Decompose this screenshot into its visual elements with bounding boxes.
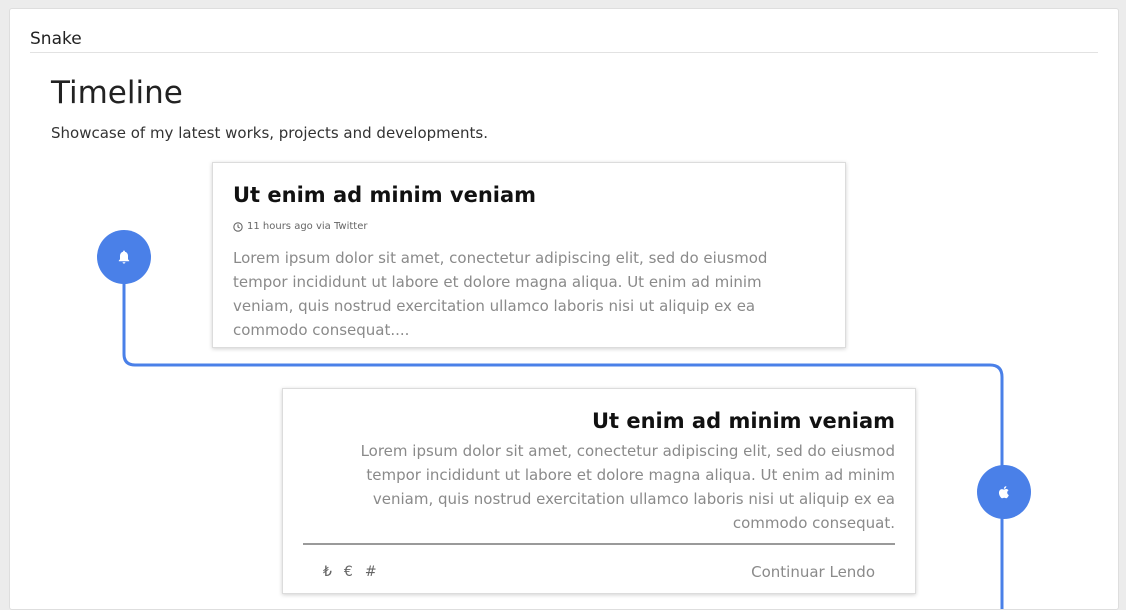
card-meta: 11 hours ago via Twitter [233,221,825,232]
card-meta-text: 11 hours ago via Twitter [247,221,368,232]
continue-reading-link[interactable]: Continuar Lendo [751,563,875,581]
timeline-card: Ut enim ad minim veniam Lorem ipsum dolo… [282,388,916,594]
lira-icon[interactable]: ₺ [323,564,332,580]
card-title: Ut enim ad minim veniam [233,183,537,207]
apple-icon [977,465,1031,519]
card-body: Lorem ipsum dolor sit amet, conectetur a… [360,442,895,532]
timeline-panel: Snake Timeline Showcase of my latest wor… [9,8,1119,610]
euro-icon[interactable]: € [344,564,353,580]
bell-icon [97,230,151,284]
clock-icon [233,221,243,232]
card-footer: ₺ € # Continuar Lendo [303,545,895,581]
hashtag-icon[interactable]: # [365,564,377,580]
card-body: Lorem ipsum dolor sit amet, conectetur a… [233,249,768,339]
card-title: Ut enim ad minim veniam [591,409,895,433]
timeline-card: Ut enim ad minim veniam 11 hours ago via… [212,162,846,348]
card-footer-icons: ₺ € # [323,564,377,580]
